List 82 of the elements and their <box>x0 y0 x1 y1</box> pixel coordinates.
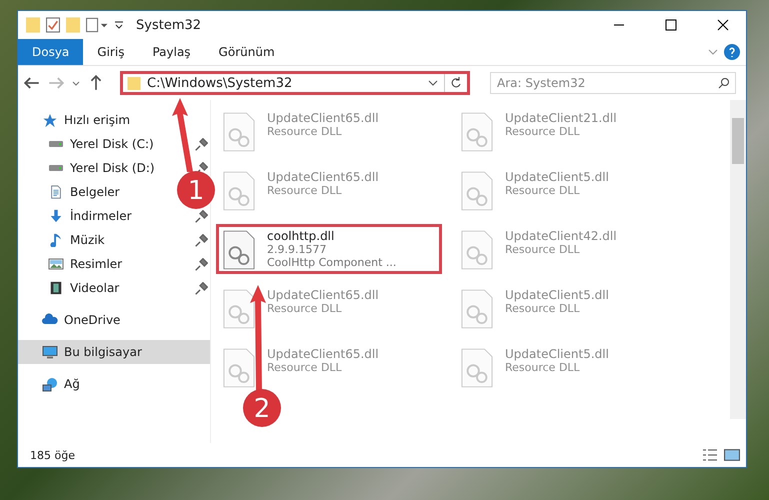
monitor-icon <box>42 344 58 360</box>
network-icon <box>42 376 58 392</box>
file-detail: Resource DLL <box>267 184 343 197</box>
file-detail: CoolHttp Component ... <box>267 256 396 269</box>
sidebar-item[interactable]: Bu bilgisayar <box>18 340 210 364</box>
sidebar-item[interactable]: Belgeler <box>18 180 124 204</box>
file-name: coolhttp.dll <box>267 229 336 243</box>
item-count: 185 öğe <box>30 448 75 462</box>
file-name: UpdateClient21.dll <box>505 111 617 125</box>
address-bar[interactable]: C:\Windows\System32 <box>120 71 470 95</box>
file-detail: Resource DLL <box>267 302 343 315</box>
file-name: UpdateClient65.dll <box>267 170 379 184</box>
gear-file-icon <box>223 347 255 389</box>
file-name: UpdateClient65.dll <box>267 288 379 302</box>
search-field[interactable]: Ara: System32 <box>490 72 736 94</box>
down-arrow-icon <box>48 209 64 223</box>
sidebar-item[interactable]: Hızlı erişim <box>18 108 134 132</box>
sidebar-item[interactable]: Yerel Disk (C:) <box>18 132 158 156</box>
gear-file-icon <box>461 347 493 389</box>
gear-file-icon <box>223 111 255 153</box>
pin-icon[interactable] <box>195 234 208 246</box>
pin-icon[interactable] <box>195 258 208 270</box>
star-icon <box>42 112 58 128</box>
gear-file-icon <box>223 170 255 212</box>
callout-number: 2 <box>254 394 270 424</box>
window-title: System32 <box>136 18 202 32</box>
file-detail: Resource DLL <box>505 243 581 256</box>
back-arrow-icon[interactable] <box>24 75 40 91</box>
properties-icon[interactable] <box>86 17 108 33</box>
sidebar-item[interactable]: Müzik <box>18 228 109 252</box>
sidebar-item[interactable]: İndirmeler <box>18 204 136 228</box>
gear-file-icon <box>461 229 493 271</box>
file-name: UpdateClient65.dll <box>267 347 379 361</box>
file-detail: Resource DLL <box>267 361 343 374</box>
gear-file-icon <box>223 229 255 271</box>
scrollbar[interactable] <box>730 100 746 419</box>
ribbon-tab[interactable]: Paylaş <box>138 39 205 65</box>
file-detail: Resource DLL <box>505 184 581 197</box>
folder-icon <box>127 76 141 90</box>
maximize-icon <box>665 19 677 31</box>
help-icon[interactable] <box>724 44 740 60</box>
ribbon-tab[interactable]: Giriş <box>83 39 138 65</box>
pin-icon[interactable] <box>195 138 208 150</box>
chevron-down-icon[interactable] <box>428 80 438 86</box>
gear-file-icon <box>461 170 493 212</box>
gear-file-icon <box>223 288 255 330</box>
refresh-icon[interactable] <box>450 77 462 89</box>
file-name: UpdateClient65.dll <box>267 111 379 125</box>
ribbon-tab[interactable]: Dosya <box>18 39 84 65</box>
sidebar-item[interactable]: Ağ <box>18 372 84 396</box>
folder-icon <box>26 17 40 33</box>
file-name: UpdateClient5.dll <box>505 288 609 302</box>
document-icon <box>48 185 64 199</box>
file-name: UpdateClient42.dll <box>505 229 617 243</box>
file-name: UpdateClient5.dll <box>505 347 609 361</box>
sidebar-item[interactable]: OneDrive <box>18 308 124 332</box>
sidebar-item[interactable]: Resimler <box>18 252 126 276</box>
up-arrow-icon[interactable] <box>88 75 104 91</box>
file-detail: Resource DLL <box>267 125 343 138</box>
search-icon <box>718 77 730 89</box>
thumbnail-view-icon[interactable] <box>724 449 740 461</box>
file-item[interactable]: coolhttp.dll 2.9.9.1577 CoolHttp Component ... <box>216 224 442 274</box>
pin-icon[interactable] <box>195 162 208 174</box>
pin-icon[interactable] <box>195 282 208 294</box>
ribbon-tab[interactable]: Görünüm <box>204 39 289 65</box>
film-icon <box>48 281 64 295</box>
chevron-down-icon[interactable] <box>72 80 80 86</box>
checklist-icon[interactable] <box>46 17 60 33</box>
callout-number: 1 <box>188 176 204 206</box>
sidebar-item[interactable]: Yerel Disk (D:) <box>18 156 159 180</box>
gear-file-icon <box>461 111 493 153</box>
file-detail: Resource DLL <box>505 302 581 315</box>
sidebar-item[interactable]: Videolar <box>18 276 124 300</box>
close-icon <box>717 19 729 31</box>
file-name: UpdateClient5.dll <box>505 170 609 184</box>
file-detail: Resource DLL <box>505 361 581 374</box>
file-detail: 2.9.9.1577 <box>267 243 328 256</box>
gear-file-icon <box>461 288 493 330</box>
picture-icon <box>48 257 64 271</box>
file-detail: Resource DLL <box>505 125 581 138</box>
pin-icon[interactable] <box>195 210 208 222</box>
details-view-icon[interactable] <box>702 449 718 461</box>
